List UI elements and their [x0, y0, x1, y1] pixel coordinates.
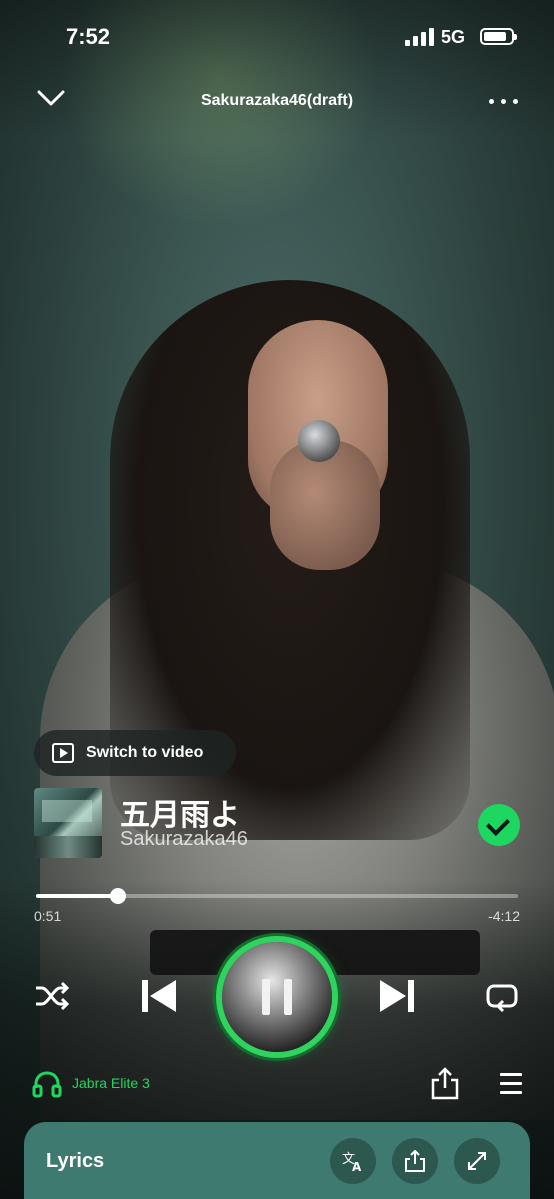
artwork-microphone [298, 420, 340, 462]
network-type: 5G [441, 27, 466, 47]
repeat-icon[interactable] [484, 980, 520, 1013]
battery-icon [480, 28, 517, 45]
lyrics-card[interactable]: Lyrics 文 A [24, 1122, 530, 1199]
headphones-icon [32, 1071, 62, 1098]
next-icon[interactable] [378, 976, 416, 1016]
share-icon[interactable] [430, 1066, 460, 1100]
video-icon [52, 743, 74, 763]
elapsed-time: 0:51 [34, 908, 62, 924]
playlist-title: Sakurazaka46(draft) [200, 92, 354, 109]
shuffle-icon[interactable] [34, 980, 70, 1012]
switch-to-video-label: Switch to video [86, 744, 204, 761]
progress-bar[interactable] [36, 888, 518, 904]
pause-button[interactable] [222, 942, 332, 1052]
svg-text:A: A [352, 1160, 362, 1172]
progress-handle[interactable] [109, 888, 126, 904]
switch-to-video-button[interactable]: Switch to video [34, 730, 236, 776]
lyrics-title: Lyrics [46, 1150, 105, 1172]
pause-icon [262, 979, 270, 1015]
track-artist[interactable]: Sakurazaka46 [120, 828, 248, 851]
album-cover[interactable] [34, 788, 102, 858]
status-bar: 7:52 5G [0, 0, 554, 70]
liked-check-icon[interactable] [478, 804, 520, 846]
signal-icon [405, 28, 435, 46]
player-header: Sakurazaka46(draft) [0, 78, 554, 124]
expand-icon[interactable] [454, 1138, 500, 1184]
remaining-time: -4:12 [488, 908, 520, 924]
progress-fill [36, 894, 118, 898]
more-icon[interactable] [484, 84, 524, 114]
queue-icon[interactable] [498, 1070, 524, 1098]
output-device-name: Jabra Elite 3 [72, 1075, 150, 1091]
translate-icon[interactable]: 文 A [330, 1138, 376, 1184]
status-time: 7:52 [66, 24, 111, 49]
lyrics-share-icon[interactable] [392, 1138, 438, 1184]
previous-icon[interactable] [140, 976, 178, 1016]
